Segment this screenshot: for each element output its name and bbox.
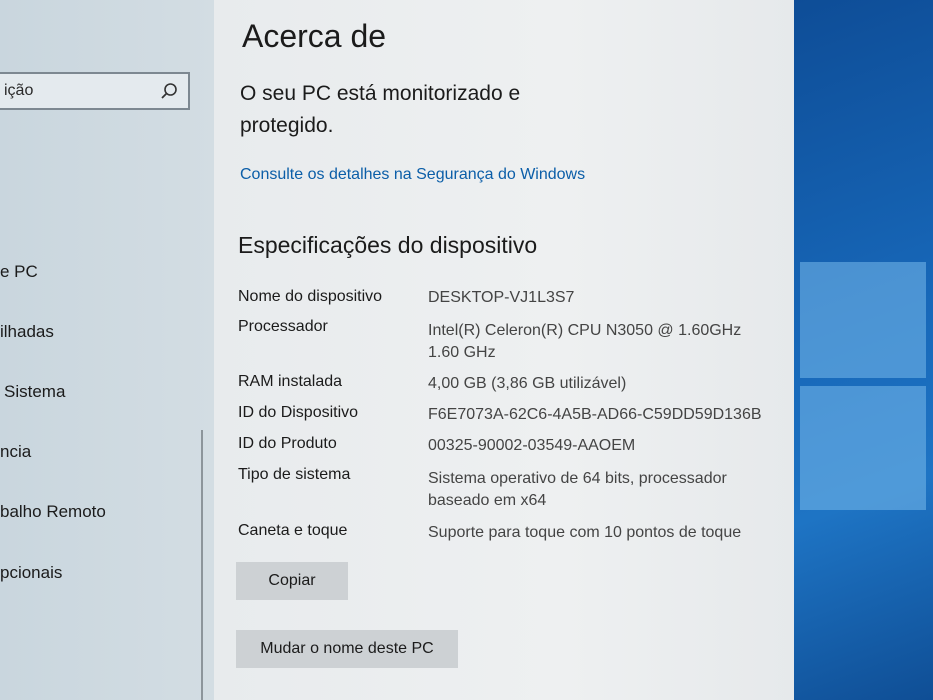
sidebar-item-optional[interactable]: pcionais (0, 563, 62, 583)
search-placeholder: ição (4, 82, 34, 99)
spec-value-processor: Intel(R) Celeron(R) CPU N3050 @ 1.60GHz … (428, 322, 742, 361)
copy-button[interactable]: Copiar (236, 562, 348, 600)
about-panel: Acerca de O seu PC está monitorizado e p… (214, 0, 794, 700)
protection-status: O seu PC está monitorizado e protegido. (240, 82, 521, 137)
security-details-link[interactable]: Consulte os detalhes na Segurança do Win… (240, 166, 585, 184)
windows-logo-pane-top (800, 262, 926, 378)
windows-logo-pane-bottom (800, 386, 926, 510)
sidebar-item-remote-desktop[interactable]: balho Remoto (0, 502, 106, 522)
sidebar-item-shared[interactable]: ilhadas (0, 322, 54, 342)
spec-label-product-id: ID do Produto (238, 435, 337, 452)
sidebar-item-ncia[interactable]: ncia (0, 442, 31, 462)
spec-value-pen-touch: Suporte para toque com 10 pontos de toqu… (428, 524, 742, 541)
spec-value-system-type: Sistema operativo de 64 bits, processado… (428, 470, 727, 509)
sidebar-item-system[interactable]: Sistema (4, 382, 65, 402)
desktop-wallpaper (794, 0, 933, 700)
sidebar-scrollbar[interactable] (201, 430, 203, 700)
spec-label-system-type: Tipo de sistema (238, 466, 351, 483)
settings-sidebar: ição e PC ilhadas Sistema ncia balho Rem… (0, 0, 214, 700)
specs-title: Especificações do dispositivo (238, 232, 538, 258)
spec-value-device-name: DESKTOP-VJ1L3S7 (428, 289, 575, 306)
spec-label-ram: RAM instalada (238, 373, 343, 390)
spec-value-device-id: F6E7073A-62C6-4A5B-AD66-C59DD59D136B (428, 406, 762, 423)
spec-value-product-id: 00325-90002-03549-AAOEM (428, 437, 636, 454)
rename-pc-button[interactable]: Mudar o nome deste PC (236, 630, 458, 668)
spec-label-device-name: Nome do dispositivo (238, 288, 383, 305)
sidebar-item-about-pc[interactable]: e PC (0, 262, 38, 282)
spec-label-pen-touch: Caneta e toque (238, 522, 348, 539)
search-icon (161, 83, 177, 99)
spec-label-device-id: ID do Dispositivo (238, 404, 359, 421)
spec-label-processor: Processador (238, 318, 328, 335)
search-input[interactable]: ição (0, 72, 190, 110)
spec-value-ram: 4,00 GB (3,86 GB utilizável) (428, 375, 627, 392)
page-title: Acerca de (242, 18, 387, 54)
